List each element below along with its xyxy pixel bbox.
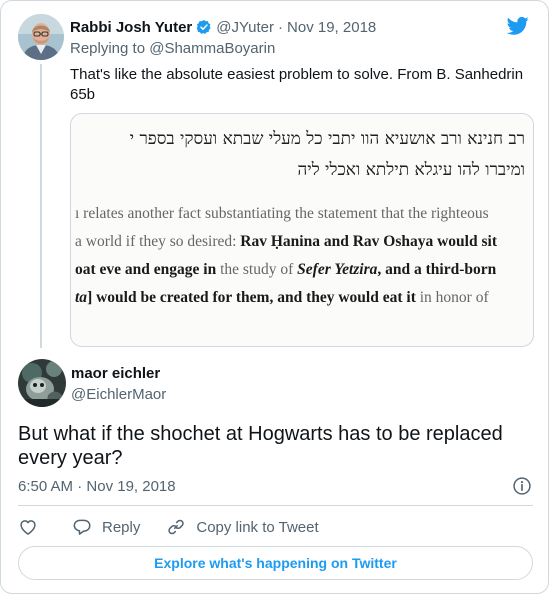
separator-dot: · <box>77 478 83 495</box>
tweet1-text: That's like the absolute easiest problem… <box>70 66 524 103</box>
twitter-bird-icon[interactable] <box>507 16 529 36</box>
english-text-line: ta] would be created for them, and they … <box>75 289 489 306</box>
author-handle[interactable]: @EichlerMaor <box>71 386 166 403</box>
tweet1-header: Rabbi Josh Yuter @JYuter · Nov 19, 2018 <box>70 17 376 37</box>
english-text-line: oat eve and engage in the study of Sefer… <box>75 261 497 278</box>
english-text-line: ı relates another fact substantiating th… <box>75 205 489 222</box>
tweet-actions: Reply Copy link to Tweet <box>18 515 319 539</box>
divider <box>18 505 533 506</box>
reply-button[interactable]: Reply <box>72 517 140 537</box>
separator-dot: · <box>278 18 284 36</box>
reply-bubble-icon <box>73 519 91 535</box>
tweet-timestamp[interactable]: 6:50 AM · Nov 19, 2018 <box>18 478 176 495</box>
copy-link-label: Copy link to Tweet <box>196 518 319 536</box>
english-text-line: a world if they so desired: Rav Ḥanina a… <box>75 233 497 250</box>
author-handle[interactable]: @JYuter <box>216 19 274 36</box>
thread-connector-line <box>40 64 42 348</box>
hebrew-text-line: רב חנינא ורב אושעיא הוו יתבי כל מעלי שבת… <box>129 129 525 149</box>
reply-label: Reply <box>102 518 141 536</box>
explore-twitter-button[interactable]: Explore what's happening on Twitter <box>18 546 533 580</box>
verified-badge-icon <box>196 20 211 34</box>
author-name[interactable]: maor eichler <box>71 365 160 382</box>
tweet-date[interactable]: Nov 19, 2018 <box>287 19 376 36</box>
hebrew-text-line: ומיברו להו עיגלא תילתא ואכלי ליה <box>297 160 525 180</box>
tweet2-text: But what if the shochet at Hogwarts has … <box>18 423 503 469</box>
link-icon <box>168 519 185 535</box>
copy-link-button[interactable]: Copy link to Tweet <box>166 517 319 537</box>
avatar-maor-eichler[interactable] <box>18 359 66 407</box>
tweet-date[interactable]: Nov 19, 2018 <box>86 478 175 495</box>
author-name[interactable]: Rabbi Josh Yuter <box>70 19 192 36</box>
embedded-tweet-card: Rabbi Josh Yuter @JYuter · Nov 19, 2018 … <box>0 0 549 594</box>
tweet-time[interactable]: 6:50 AM <box>18 478 73 495</box>
like-button[interactable] <box>18 517 38 537</box>
avatar-rabbi-josh-yuter[interactable] <box>18 14 64 60</box>
replying-to[interactable]: Replying to @ShammaBoyarin <box>70 40 275 57</box>
info-icon[interactable] <box>512 476 532 496</box>
tweet-media-image[interactable]: רב חנינא ורב אושעיא הוו יתבי כל מעלי שבת… <box>70 113 534 347</box>
heart-icon <box>20 520 36 535</box>
